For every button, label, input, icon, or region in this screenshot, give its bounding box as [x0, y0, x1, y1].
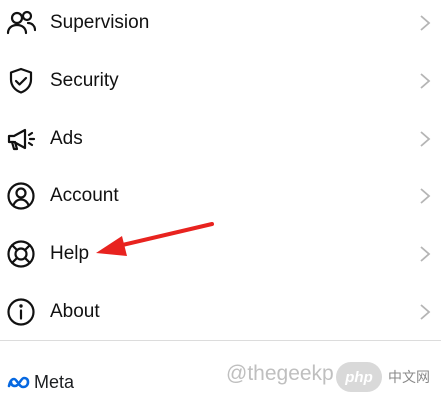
menu-item-ads[interactable]: Ads	[0, 110, 441, 168]
menu-item-help[interactable]: Help	[0, 225, 441, 283]
meta-brand: Meta	[6, 372, 74, 393]
lifebuoy-icon	[6, 239, 36, 269]
menu-item-label: Security	[50, 70, 119, 91]
menu-item-security[interactable]: Security	[0, 52, 441, 110]
menu-item-supervision[interactable]: Supervision	[0, 0, 441, 52]
menu-item-label: Ads	[50, 128, 83, 149]
meta-infinity-logo-icon	[6, 376, 32, 390]
menu-item-label: Help	[50, 243, 90, 264]
chevron-right-icon	[419, 187, 431, 205]
watermark-cn-text: 中文网	[388, 369, 430, 385]
footer-divider	[0, 340, 441, 341]
menu-item-label: Account	[50, 185, 119, 206]
chevron-right-icon	[419, 130, 431, 148]
php-badge: php	[336, 362, 382, 392]
watermark-text: @thegeekp	[226, 362, 334, 385]
megaphone-icon	[6, 124, 36, 154]
chevron-right-icon	[419, 72, 431, 90]
meta-wordmark: Meta	[34, 372, 75, 392]
menu-item-label: Supervision	[50, 12, 150, 33]
account-circle-icon	[6, 181, 36, 211]
menu-item-about[interactable]: About	[0, 283, 441, 341]
chevron-right-icon	[419, 303, 431, 321]
chevron-right-icon	[419, 14, 431, 32]
chevron-right-icon	[419, 245, 431, 263]
menu-item-label: About	[50, 301, 100, 322]
shield-check-icon	[6, 66, 36, 96]
info-icon	[6, 297, 36, 327]
supervision-people-icon	[6, 8, 36, 38]
menu-item-account[interactable]: Account	[0, 167, 441, 225]
